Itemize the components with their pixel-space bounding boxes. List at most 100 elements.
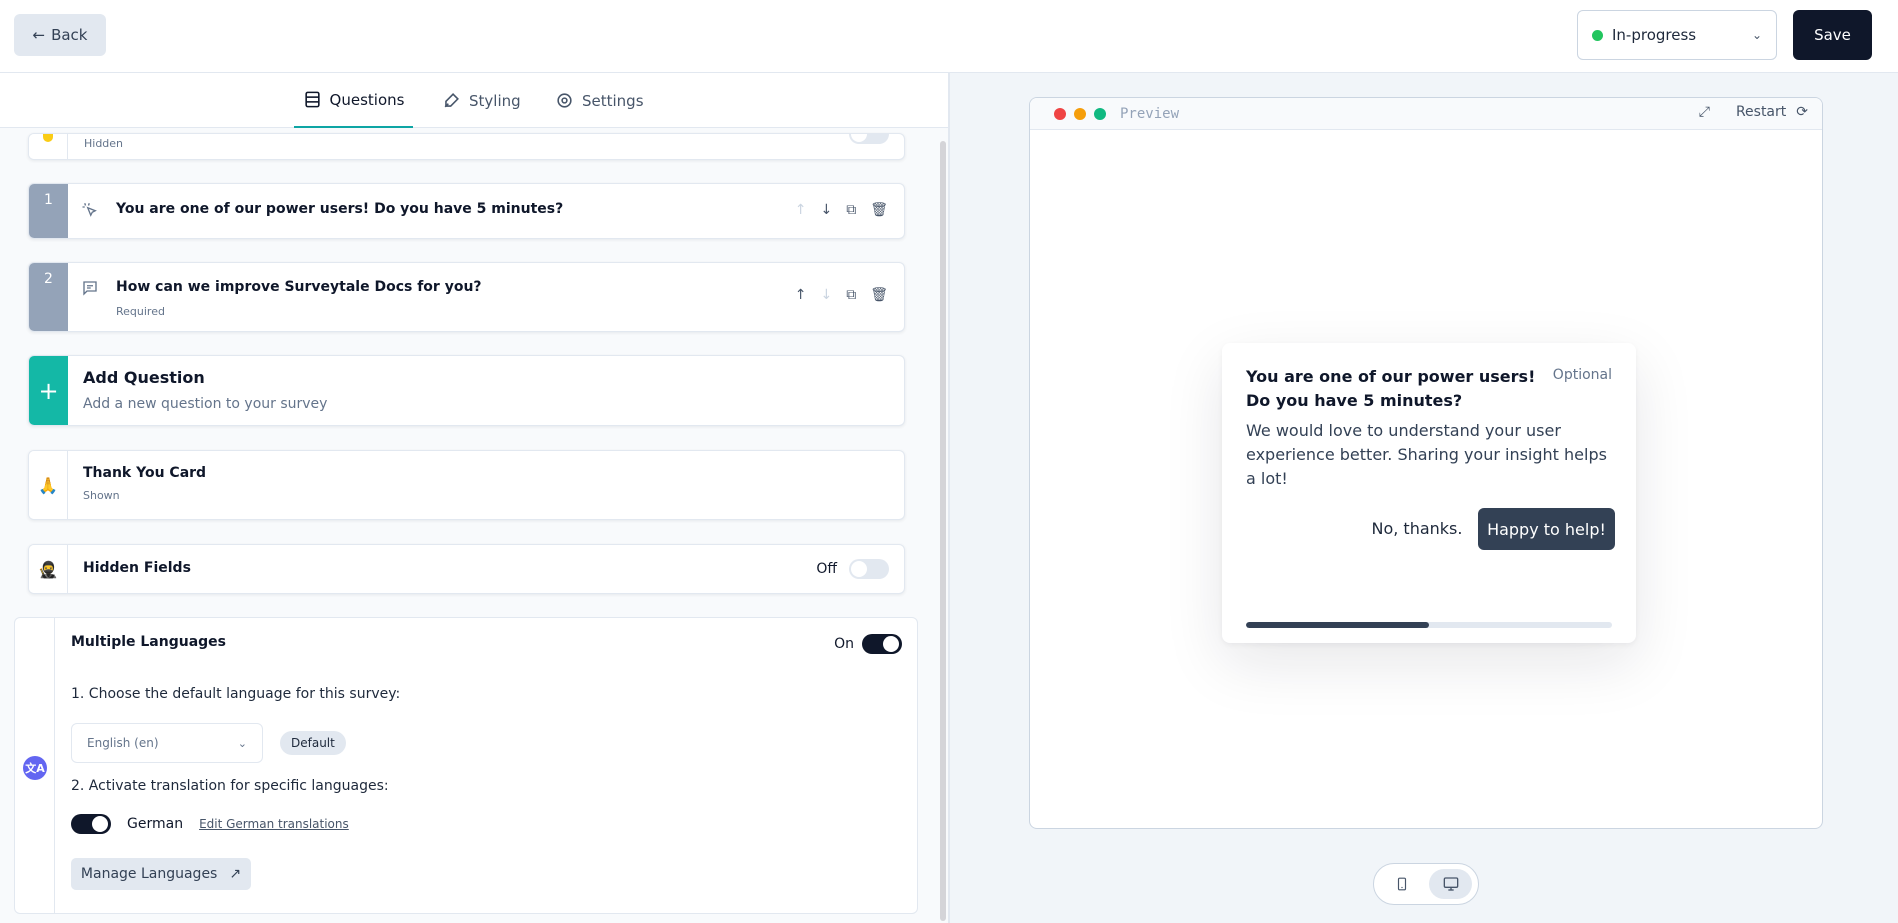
copy-icon[interactable]: ⧉ bbox=[846, 287, 856, 303]
german-toggle[interactable] bbox=[71, 814, 111, 834]
welcome-card-subtitle: Hidden bbox=[84, 137, 124, 150]
status-value: In-progress bbox=[1612, 26, 1697, 44]
tab-settings-label: Settings bbox=[582, 91, 644, 110]
manage-languages-label: Manage Languages bbox=[80, 866, 218, 882]
pray-emoji-icon: 🙏 bbox=[29, 451, 68, 519]
languages-step-2: 2. Activate translation for specific lan… bbox=[71, 778, 389, 794]
hidden-fields-toggle[interactable] bbox=[849, 559, 889, 579]
languages-title: Multiple Languages bbox=[71, 634, 226, 650]
add-question-subtitle: Add a new question to your survey bbox=[83, 396, 328, 412]
status-dot-icon bbox=[1592, 29, 1603, 41]
survey-card: You are one of our power users! Do you h… bbox=[1222, 343, 1636, 643]
top-bar: ← Back In-progress ⌄ Save bbox=[0, 0, 1898, 73]
default-language-select[interactable]: English (en) ⌄ bbox=[71, 723, 263, 763]
device-switch bbox=[1373, 863, 1479, 905]
hidden-fields-card[interactable]: 🥷 Hidden Fields Off bbox=[28, 544, 905, 594]
save-button[interactable]: Save bbox=[1793, 10, 1872, 60]
question-card-1[interactable]: 1 You are one of our power users! Do you… bbox=[28, 183, 905, 239]
chevron-down-icon: ⌄ bbox=[237, 736, 247, 750]
question-actions: ↑ ↓ ⧉ 🗑 bbox=[795, 287, 888, 303]
back-label: Back bbox=[51, 26, 88, 44]
status-select[interactable]: In-progress ⌄ bbox=[1577, 10, 1777, 60]
thank-you-title: Thank You Card bbox=[83, 465, 207, 481]
move-up-icon[interactable]: ↑ bbox=[795, 287, 807, 303]
no-thanks-button[interactable]: No, thanks. bbox=[1362, 508, 1472, 548]
copy-icon[interactable]: ⧉ bbox=[846, 202, 856, 218]
preview-frame: Preview ⤢ Restart ⟳ You are one of our p… bbox=[1029, 97, 1823, 829]
back-button[interactable]: ← Back bbox=[14, 14, 106, 56]
languages-card: 文A Multiple Languages On 1. Choose the d… bbox=[14, 617, 918, 914]
move-up-icon[interactable]: ↑ bbox=[795, 202, 807, 218]
survey-description: We would love to understand your user ex… bbox=[1246, 421, 1607, 488]
manage-languages-button[interactable]: Manage Languages ↗ bbox=[71, 858, 251, 890]
survey-progress-fill bbox=[1246, 622, 1429, 628]
mobile-device-icon[interactable] bbox=[1380, 869, 1423, 899]
question-card-2[interactable]: 2 How can we improve Surveytale Docs for… bbox=[28, 262, 905, 332]
question-title: How can we improve Surveytale Docs for y… bbox=[116, 279, 482, 295]
languages-toggle-label: On bbox=[834, 636, 854, 652]
external-link-icon: ↗ bbox=[229, 866, 242, 882]
hidden-fields-toggle-label: Off bbox=[816, 561, 837, 577]
ninja-emoji-icon: 🥷 bbox=[29, 545, 68, 593]
gear-icon bbox=[557, 93, 572, 108]
trash-icon[interactable]: 🗑 bbox=[870, 287, 888, 303]
plus-icon: + bbox=[29, 356, 68, 425]
arrow-left-icon: ← bbox=[32, 26, 46, 44]
list-icon bbox=[304, 91, 320, 108]
question-number: 2 bbox=[29, 263, 68, 331]
happy-to-help-button[interactable]: Happy to help! bbox=[1478, 508, 1615, 550]
welcome-emoji-icon bbox=[43, 134, 53, 142]
survey-optional-label: Optional bbox=[1552, 367, 1612, 383]
languages-toggle-wrap: On bbox=[834, 634, 902, 654]
thank-you-card[interactable]: 🙏 Thank You Card Shown bbox=[28, 450, 905, 520]
languages-step-1: 1. Choose the default language for this … bbox=[71, 686, 401, 702]
edit-german-link[interactable]: Edit German translations bbox=[199, 817, 349, 831]
welcome-card-toggle[interactable] bbox=[849, 134, 889, 144]
window-close-dot bbox=[1054, 107, 1066, 120]
paintbrush-icon bbox=[444, 93, 459, 108]
cursor-click-icon bbox=[81, 201, 99, 223]
add-question-card[interactable]: + Add Question Add a new question to you… bbox=[28, 355, 905, 426]
message-icon bbox=[81, 279, 99, 301]
survey-progress-bar bbox=[1246, 622, 1612, 628]
languages-toggle[interactable] bbox=[862, 634, 902, 654]
chevron-down-icon: ⌄ bbox=[1751, 28, 1762, 42]
editor-panel: Hidden Questions Styling Settings 1 You … bbox=[0, 73, 948, 923]
add-question-title: Add Question bbox=[83, 368, 205, 387]
window-minimize-dot bbox=[1074, 107, 1086, 120]
hidden-fields-toggle-wrap: Off bbox=[816, 559, 889, 579]
move-down-icon[interactable]: ↓ bbox=[820, 202, 832, 218]
survey-question-title: You are one of our power users! Do you h… bbox=[1246, 367, 1536, 410]
preview-controls: ⤢ Restart ⟳ bbox=[1699, 104, 1808, 120]
german-label: German bbox=[127, 816, 184, 832]
thank-you-subtitle: Shown bbox=[83, 489, 120, 502]
scrollbar[interactable] bbox=[940, 141, 946, 921]
preview-label: Preview bbox=[1120, 105, 1180, 122]
default-language-value: English (en) bbox=[87, 736, 159, 750]
move-down-icon[interactable]: ↓ bbox=[820, 287, 832, 303]
welcome-card-strip bbox=[29, 134, 68, 159]
default-badge: Default bbox=[280, 731, 346, 755]
tab-questions-label: Questions bbox=[329, 90, 405, 109]
tab-settings[interactable]: Settings bbox=[555, 73, 644, 128]
trash-icon[interactable]: 🗑 bbox=[870, 202, 888, 218]
restart-label[interactable]: Restart bbox=[1736, 104, 1786, 120]
expand-icon[interactable]: ⤢ bbox=[1699, 104, 1710, 120]
preview-bar: Preview ⤢ Restart ⟳ bbox=[1030, 98, 1822, 130]
tab-questions[interactable]: Questions bbox=[294, 73, 413, 128]
window-maximize-dot bbox=[1094, 107, 1106, 120]
question-actions: ↑ ↓ ⧉ 🗑 bbox=[795, 202, 888, 218]
refresh-icon[interactable]: ⟳ bbox=[1796, 104, 1808, 120]
preview-panel: Preview ⤢ Restart ⟳ You are one of our p… bbox=[950, 73, 1898, 923]
tab-styling[interactable]: Styling bbox=[442, 73, 521, 128]
translate-icon: 文A bbox=[23, 756, 47, 780]
hidden-fields-title: Hidden Fields bbox=[83, 560, 191, 576]
question-title: You are one of our power users! Do you h… bbox=[116, 201, 564, 217]
editor-tabs: Questions Styling Settings bbox=[0, 73, 948, 128]
tab-styling-label: Styling bbox=[469, 91, 521, 110]
question-required: Required bbox=[116, 305, 165, 318]
german-row: German Edit German translations bbox=[71, 814, 349, 834]
question-number: 1 bbox=[29, 184, 68, 238]
desktop-device-icon[interactable] bbox=[1429, 869, 1472, 899]
welcome-card[interactable]: Hidden bbox=[28, 133, 905, 160]
